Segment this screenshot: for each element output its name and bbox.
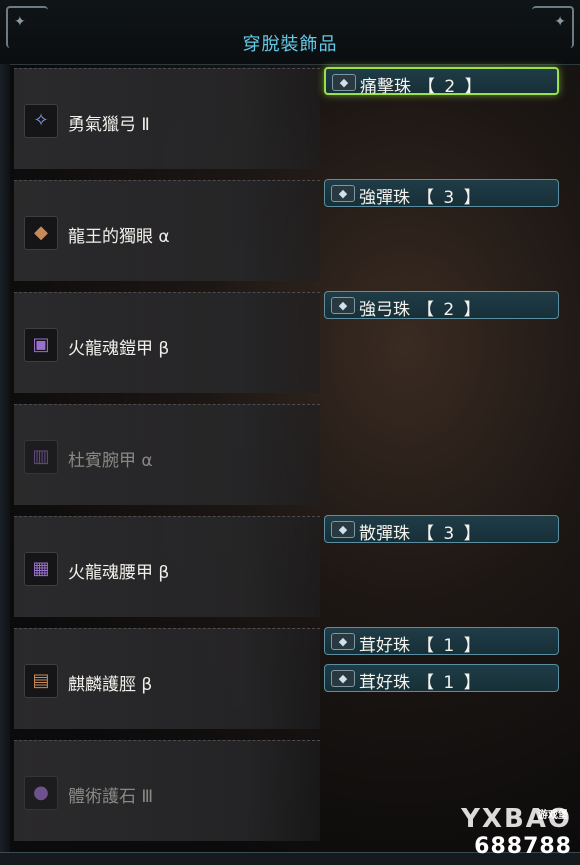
equipment-row-charm[interactable]: ● 體術護石 Ⅲ xyxy=(14,740,320,841)
equipment-row-arms[interactable]: ▥ 杜賓腕甲 α xyxy=(14,404,320,505)
equipment-name: 火龍魂鎧甲 β xyxy=(68,339,170,359)
equipment-name: 龍王的獨眼 α xyxy=(68,227,170,247)
equipment-row-head[interactable]: ◆ 龍王的獨眼 α xyxy=(14,180,320,281)
equipment-row-weapon[interactable]: ✧ 勇氣獵弓 Ⅱ xyxy=(14,68,320,169)
head-armor-icon: ◆ xyxy=(24,216,58,250)
decoration-slot-selected[interactable]: ◆ 痛擊珠 【 2 】 xyxy=(324,67,559,97)
decoration-level: 【 1 】 xyxy=(417,636,483,656)
decoration-name: 強弓珠 xyxy=(359,300,410,320)
left-rail xyxy=(0,64,10,865)
chest-armor-icon: ▣ xyxy=(24,328,58,362)
decoration-gem-icon: ◆ xyxy=(331,297,355,314)
decoration-gem-icon: ◆ xyxy=(331,185,355,202)
decoration-slot[interactable]: ◆ 強弓珠 【 2 】 xyxy=(324,291,559,320)
decoration-slot[interactable]: ◆ 茸好珠 【 1 】 xyxy=(324,664,559,693)
decoration-level: 【 1 】 xyxy=(417,673,483,693)
decoration-name: 茸好珠 xyxy=(359,636,410,656)
decoration-gem-icon: ◆ xyxy=(331,633,355,650)
decoration-slot[interactable]: ◆ 茸好珠 【 1 】 xyxy=(324,627,559,656)
bow-icon: ✧ xyxy=(24,104,58,138)
decoration-level: 【 2 】 xyxy=(418,77,484,97)
equipment-name: 麒麟護脛 β xyxy=(68,675,153,695)
watermark-logo: YXBAO xyxy=(461,804,572,834)
decoration-level: 【 3 】 xyxy=(417,524,483,544)
decoration-slot[interactable]: ◆ 強彈珠 【 3 】 xyxy=(324,179,559,208)
decoration-name: 強彈珠 xyxy=(359,188,410,208)
decoration-name: 茸好珠 xyxy=(359,673,410,693)
equipment-row-waist[interactable]: ▦ 火龍魂腰甲 β xyxy=(14,516,320,617)
decoration-name: 散彈珠 xyxy=(359,524,410,544)
decoration-level: 【 2 】 xyxy=(417,300,483,320)
equipment-row-legs[interactable]: ▤ 麒麟護脛 β xyxy=(14,628,320,729)
decoration-level: 【 3 】 xyxy=(417,188,483,208)
page-title: 穿脫裝飾品 xyxy=(242,34,338,55)
equipment-row-chest[interactable]: ▣ 火龍魂鎧甲 β xyxy=(14,292,320,393)
equipment-name: 杜賓腕甲 α xyxy=(68,451,153,471)
waist-armor-icon: ▦ xyxy=(24,552,58,586)
watermark: 游戏堡 YXBAO 688788 xyxy=(461,804,572,859)
decoration-name: 痛擊珠 xyxy=(360,77,411,97)
decoration-slot[interactable]: ◆ 散彈珠 【 3 】 xyxy=(324,515,559,544)
arm-armor-icon: ▥ xyxy=(24,440,58,474)
equipment-name: 火龍魂腰甲 β xyxy=(68,563,170,583)
decoration-gem-icon: ◆ xyxy=(331,670,355,687)
watermark-number: 688788 xyxy=(474,834,572,859)
equipment-name: 勇氣獵弓 Ⅱ xyxy=(68,115,150,135)
decoration-gem-icon: ◆ xyxy=(331,521,355,538)
charm-icon: ● xyxy=(24,776,58,810)
decoration-gem-icon: ◆ xyxy=(332,74,356,91)
equipment-name: 體術護石 Ⅲ xyxy=(68,787,154,807)
leg-armor-icon: ▤ xyxy=(24,664,58,698)
header-bar: ✦ ✦ 穿脫裝飾品 xyxy=(0,0,580,65)
